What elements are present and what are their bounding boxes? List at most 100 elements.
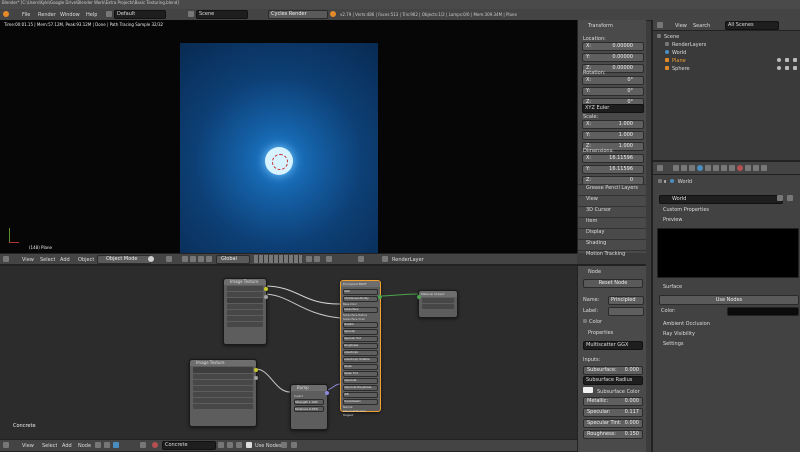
node-menu-add[interactable]: Add <box>62 443 72 449</box>
menu-file[interactable]: File <box>22 12 30 18</box>
material-name-field[interactable]: Concrete <box>162 441 216 450</box>
object-mode-select[interactable]: Object Mode <box>97 255 151 264</box>
surface-title[interactable]: Surface <box>663 284 682 290</box>
object-shader-icon[interactable] <box>104 442 110 448</box>
layer-buttons[interactable] <box>254 255 302 263</box>
section-view[interactable]: View <box>578 195 646 203</box>
viewport-menu-add[interactable]: Add <box>60 257 70 263</box>
modifiers-tab-icon[interactable] <box>721 165 727 171</box>
distribution-select[interactable]: Multiscatter GGX <box>583 341 643 350</box>
shader-nodes-icon[interactable] <box>95 442 101 448</box>
menu-window[interactable]: Window <box>60 12 80 18</box>
renderlayer-tab-icon[interactable] <box>681 165 687 171</box>
subsurface-method-select[interactable]: Subsurface Radius <box>583 376 643 385</box>
section-shading[interactable]: Shading <box>578 239 646 247</box>
use-nodes-checkbox[interactable] <box>246 442 252 448</box>
layers-icon[interactable] <box>314 256 320 262</box>
rotation-x[interactable]: X: 0° <box>582 76 644 85</box>
visibility-eye-icon[interactable] <box>777 58 781 62</box>
unlink-material-icon[interactable] <box>236 442 242 448</box>
orientation-select[interactable]: Global <box>216 255 250 264</box>
node-panel-title[interactable]: Node <box>588 269 601 275</box>
location-x[interactable]: X: 0.00000 <box>582 42 644 51</box>
selectable-arrow-icon[interactable] <box>785 66 789 70</box>
node-label-field[interactable] <box>608 307 644 316</box>
material-tab-icon[interactable] <box>737 165 743 171</box>
scale-icon[interactable] <box>206 256 212 262</box>
3d-viewport[interactable]: Time:00:01.15 | Mem:57.12M, Peak:93.12M … <box>0 20 577 261</box>
render-layer-label[interactable]: RenderLayer <box>392 257 424 263</box>
viewport-menu-object[interactable]: Object <box>78 257 94 263</box>
render-preview-icon[interactable] <box>382 256 388 262</box>
world-datablock-field[interactable]: World <box>659 195 783 204</box>
snap-icon[interactable] <box>358 256 364 262</box>
world-tab-icon[interactable] <box>697 165 703 171</box>
dimension-x[interactable]: X: 16.11596 <box>582 154 644 163</box>
outliner-item-plane[interactable]: Plane <box>665 58 686 64</box>
section-display[interactable]: Display <box>578 228 646 236</box>
fake-user-icon[interactable] <box>218 442 224 448</box>
section-ray-visibility[interactable]: Ray Visibility <box>663 331 695 337</box>
world-shader-icon[interactable] <box>113 442 119 448</box>
image-texture-node-1[interactable]: Image Texture <box>223 278 268 345</box>
unlink-world-icon[interactable] <box>787 195 793 201</box>
menu-render[interactable]: Render <box>38 12 56 18</box>
node-menu-node[interactable]: Node <box>78 443 91 449</box>
input-specular[interactable]: Specular: 0.117 <box>583 408 643 417</box>
selectable-arrow-icon[interactable] <box>785 58 789 62</box>
rotation-mode-select[interactable]: XYZ Euler <box>582 104 644 113</box>
outliner-menu-search[interactable]: Search <box>693 23 710 29</box>
section-preview[interactable]: Preview <box>663 217 682 223</box>
pin-icon[interactable] <box>281 442 287 448</box>
rotation-y[interactable]: Y: 0° <box>582 87 644 96</box>
add-material-icon[interactable] <box>227 442 233 448</box>
image-texture-node-2[interactable]: Image Texture <box>189 359 258 427</box>
manipulator-icon[interactable] <box>182 256 188 262</box>
input-specular-tint[interactable]: Specular Tint: 0.000 <box>583 419 643 428</box>
section-motion-tracking[interactable]: Motion Tracking <box>578 250 646 258</box>
section-properties[interactable]: Properties <box>588 330 613 336</box>
editor-type-icon[interactable] <box>3 256 9 262</box>
section-color[interactable]: Color <box>583 319 602 325</box>
outliner-menu-view[interactable]: View <box>675 23 687 29</box>
transform-title[interactable]: Transform <box>588 23 613 29</box>
constraints-tab-icon[interactable] <box>713 165 719 171</box>
material-slot-icon[interactable] <box>140 442 146 448</box>
proportional-edit-icon[interactable] <box>326 256 332 262</box>
translate-icon[interactable] <box>190 256 196 262</box>
3d-cursor-icon[interactable] <box>272 154 288 170</box>
scene-tab-icon[interactable] <box>689 165 695 171</box>
render-tab-icon[interactable] <box>673 165 679 171</box>
visibility-eye-icon[interactable] <box>777 66 781 70</box>
node-name-field[interactable]: Principled <box>608 296 644 305</box>
outliner-item-world[interactable]: World <box>665 50 686 56</box>
subsurface-color-row[interactable]: Subsurface Color <box>583 387 640 395</box>
particles-tab-icon[interactable] <box>753 165 759 171</box>
object-tab-icon[interactable] <box>705 165 711 171</box>
principled-bsdf-node[interactable]: Principled BSDF GGX Christensen-Burley B… <box>340 280 382 417</box>
section-item[interactable]: Item <box>578 217 646 225</box>
scale-y[interactable]: Y: 1.000 <box>582 131 644 140</box>
outliner-item-scene[interactable]: Scene <box>657 34 679 40</box>
section-3d-cursor[interactable]: 3D Cursor <box>578 206 646 214</box>
blender-logo-icon[interactable] <box>3 11 9 17</box>
editor-type-icon[interactable] <box>3 442 9 448</box>
bump-invert[interactable]: Invert <box>294 394 324 398</box>
render-engine-select[interactable]: Cycles Render <box>268 10 328 19</box>
render-camera-icon[interactable] <box>793 58 797 62</box>
menu-help[interactable]: Help <box>86 12 97 18</box>
material-browse-icon[interactable] <box>152 442 158 448</box>
input-metallic[interactable]: Metallic: 0.000 <box>583 397 643 406</box>
node-editor[interactable]: Image Texture Image Texture Bump Invert … <box>0 264 577 441</box>
outliner-filter-select[interactable]: All Scenes <box>725 21 779 30</box>
node-menu-select[interactable]: Select <box>42 443 57 449</box>
screen-layout-icon[interactable] <box>106 11 112 17</box>
scale-x[interactable]: X: 1.000 <box>582 120 644 129</box>
shading-mode-icon[interactable] <box>148 256 154 262</box>
bump-strength[interactable]: Strength 1.000 <box>294 399 324 405</box>
physics-tab-icon[interactable] <box>761 165 767 171</box>
scene-icon[interactable] <box>188 11 194 17</box>
outliner-item-sphere[interactable]: Sphere <box>665 66 690 72</box>
material-output-node[interactable]: Material Output <box>417 290 458 318</box>
subsurface-color-swatch[interactable] <box>583 387 593 393</box>
